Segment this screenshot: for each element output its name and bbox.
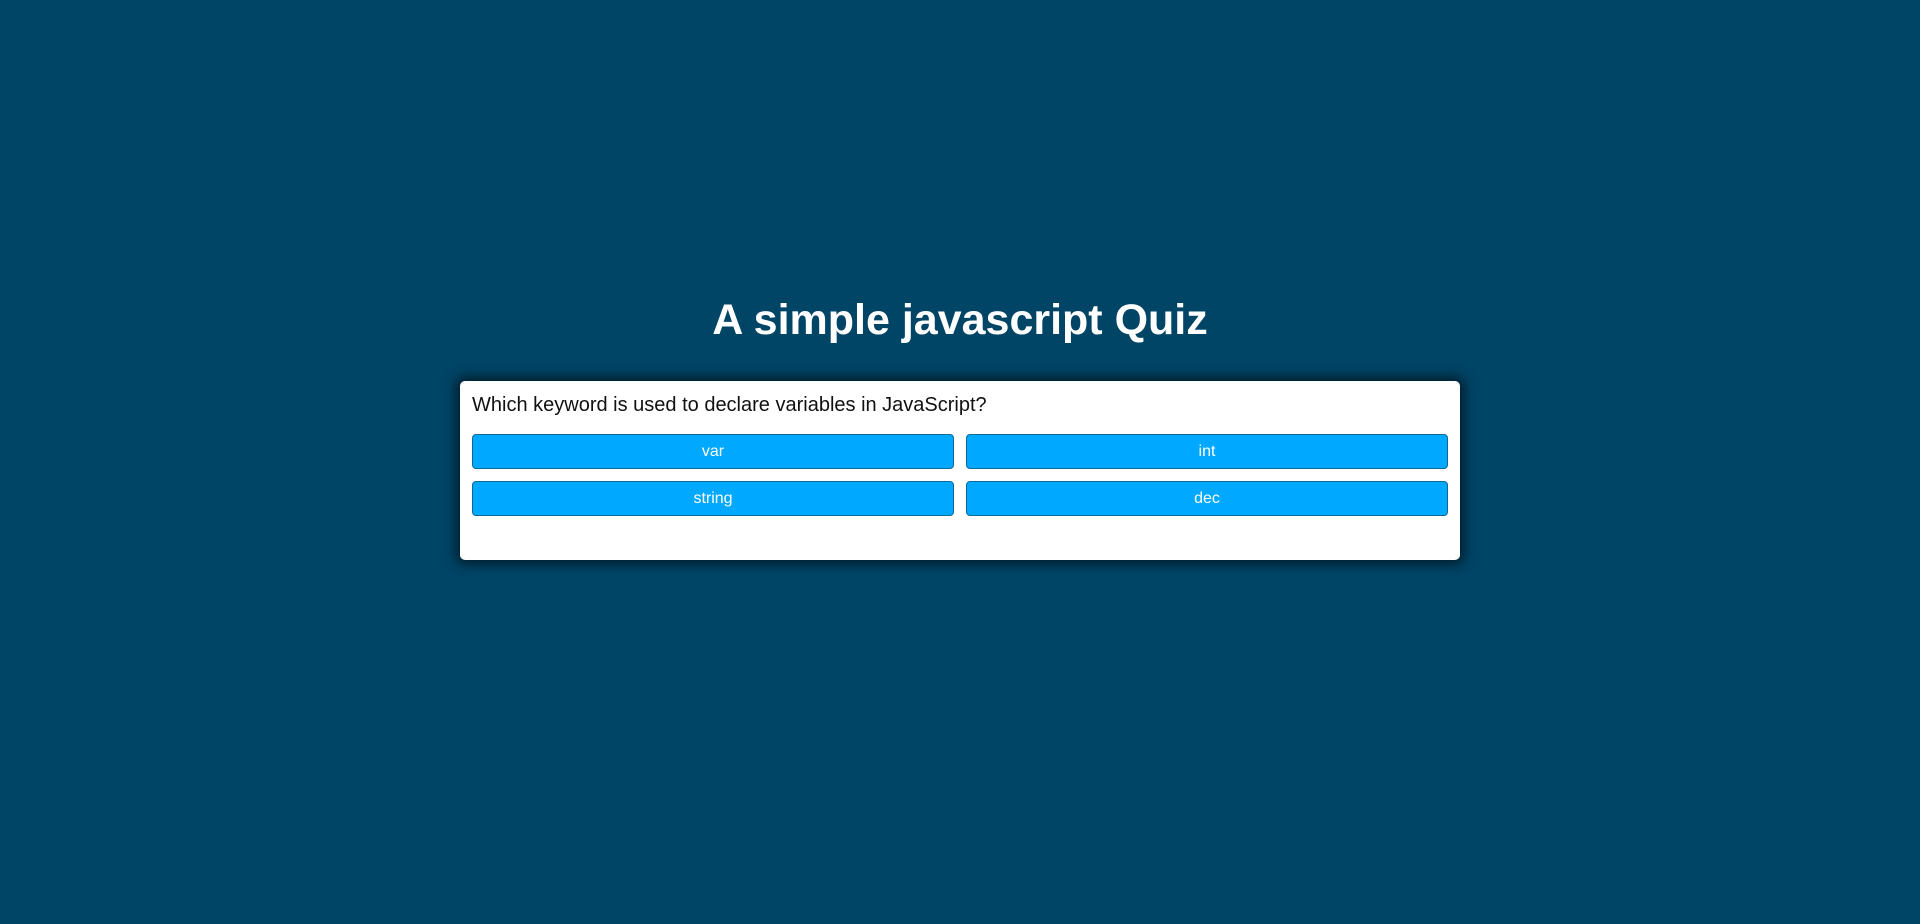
question-text: Which keyword is used to declare variabl… bbox=[472, 394, 987, 416]
answer-button-string[interactable]: string bbox=[472, 481, 954, 516]
answer-button-var[interactable]: var bbox=[472, 434, 954, 469]
answer-button-int[interactable]: int bbox=[966, 434, 1448, 469]
page-title: A simple javascript Quiz bbox=[712, 296, 1208, 344]
answer-button-dec[interactable]: dec bbox=[966, 481, 1448, 516]
answer-grid: var int string dec bbox=[472, 434, 1448, 516]
quiz-card: Which keyword is used to declare variabl… bbox=[460, 381, 1460, 560]
